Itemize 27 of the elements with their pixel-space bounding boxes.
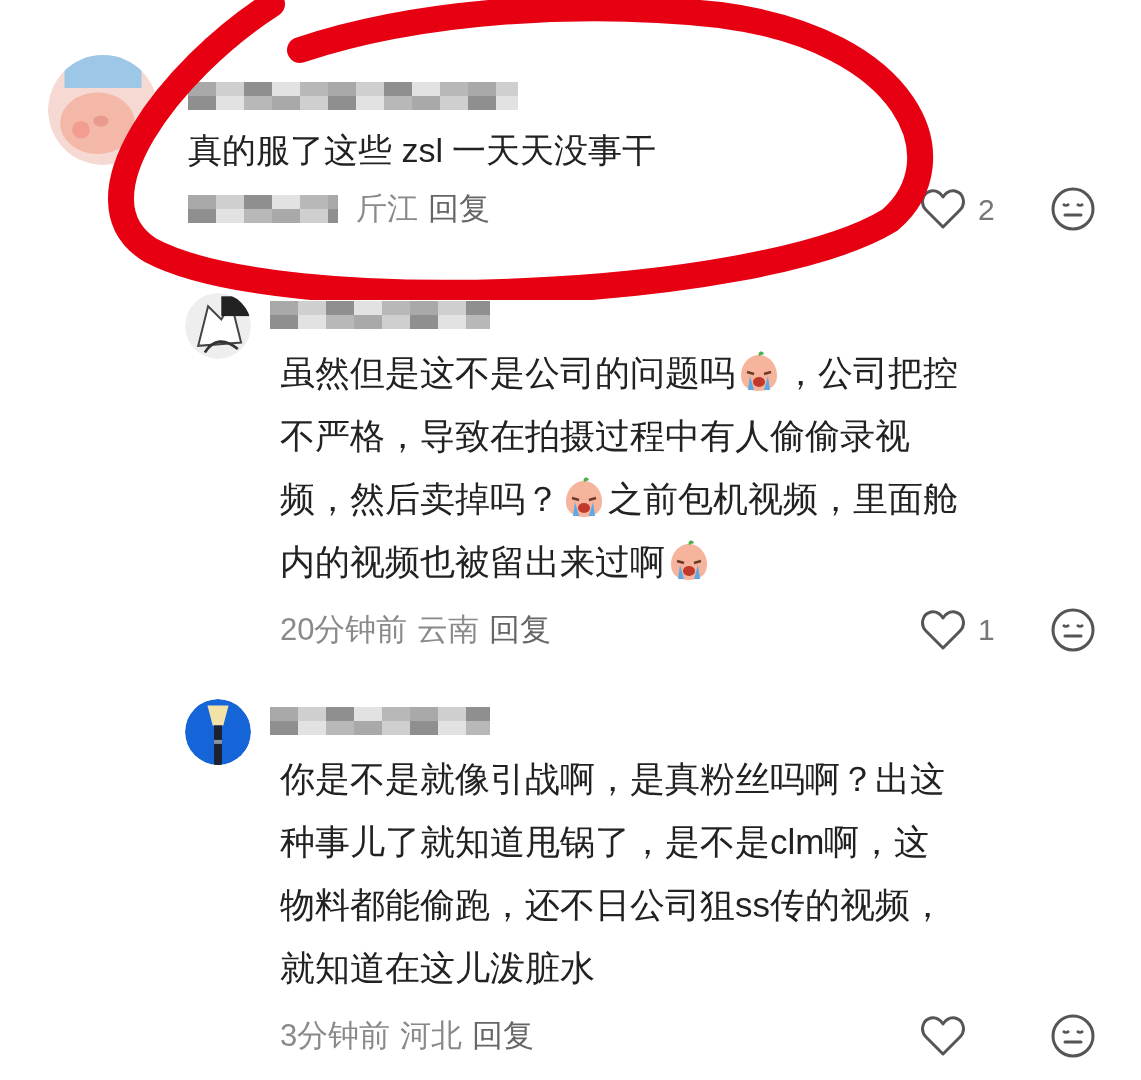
comment-text: 虽然但是这不是公司的问题吗: [280, 351, 735, 394]
reply-link[interactable]: 回复: [489, 606, 552, 653]
neutral-face-icon[interactable]: [1050, 1013, 1096, 1060]
comment-text: 内的视频也被留出来过啊: [280, 540, 665, 583]
heart-icon[interactable]: [920, 608, 966, 651]
time-text: 3分钟前: [280, 1017, 391, 1055]
neutral-face-icon[interactable]: [1050, 186, 1096, 233]
neutral-face-icon[interactable]: [1050, 606, 1096, 653]
heart-icon[interactable]: [920, 188, 966, 231]
location-text: 斤江: [356, 190, 418, 228]
reply-link[interactable]: 回复: [428, 186, 490, 233]
comment-text: 频，然后卖掉吗？: [280, 477, 560, 520]
comment-text: ，公司把控: [783, 351, 958, 394]
comment-text: 就知道在这儿泼脏水: [280, 947, 595, 989]
location-text: 河北: [400, 1017, 463, 1055]
comment-text: 物料都能偷跑，还不日公司狙ss传的视频，: [280, 884, 945, 926]
time-text: 20分钟前: [280, 610, 408, 649]
comment-text: 之前包机视频，里面舱: [608, 477, 958, 520]
like-count: 2: [978, 191, 995, 228]
comment-text: 真的服了这些 zsl 一天天没事干: [188, 130, 657, 171]
heart-icon[interactable]: [920, 1015, 966, 1058]
reply-link[interactable]: 回复: [472, 1013, 535, 1060]
comment-text: 种事儿了就知道甩锅了，是不是clm啊，这: [280, 821, 930, 863]
comment-text: 你是不是就像引战啊，是真粉丝吗啊？出这: [280, 758, 945, 800]
comment-text: 不严格，导致在拍摄过程中有人偷偷录视: [280, 414, 910, 457]
location-text: 云南: [417, 610, 480, 649]
like-count: 1: [978, 612, 995, 649]
